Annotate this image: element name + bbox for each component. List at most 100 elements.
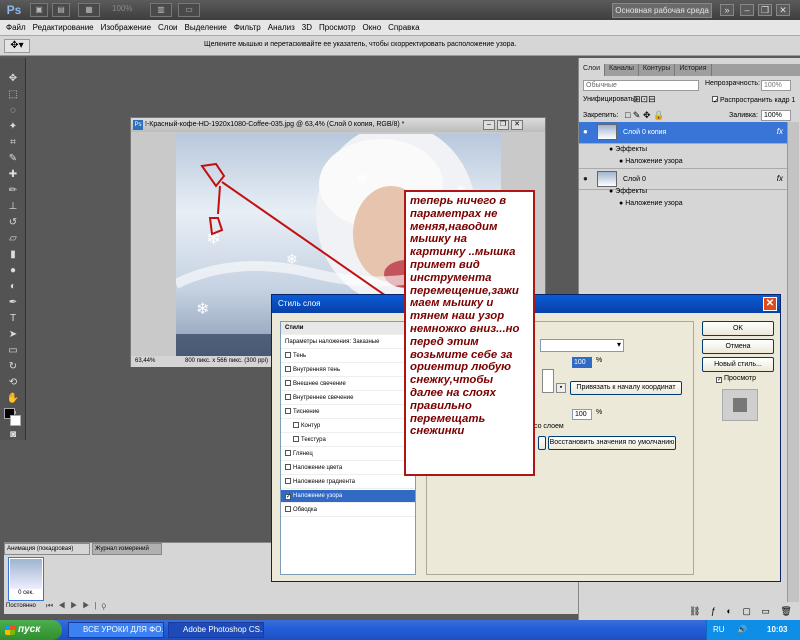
menu-file[interactable]: Файл bbox=[6, 23, 26, 32]
layer-effect-row[interactable]: ● Наложение узора bbox=[579, 198, 787, 210]
marquee-tool-icon[interactable]: ⬚ bbox=[5, 88, 21, 102]
playback-controls[interactable]: ⏮◀▶▶|⚲ bbox=[46, 601, 111, 611]
menu-3d[interactable]: 3D bbox=[302, 23, 312, 32]
menu-analysis[interactable]: Анализ bbox=[268, 23, 295, 32]
layer-effect-row[interactable]: ● Наложение узора bbox=[579, 156, 787, 168]
checkbox[interactable] bbox=[285, 464, 291, 470]
layers-scrollbar[interactable] bbox=[787, 122, 799, 602]
ok-button[interactable]: OK bbox=[702, 321, 774, 336]
style-outer-glow[interactable]: Внешнее свечение bbox=[281, 378, 415, 391]
doc-minimize-icon[interactable]: – bbox=[483, 120, 495, 130]
eye-icon[interactable]: ● bbox=[583, 175, 591, 183]
opacity-value-input[interactable]: 100 bbox=[572, 357, 592, 368]
checkbox[interactable] bbox=[285, 366, 291, 372]
animation-frame[interactable]: 0 сек. bbox=[8, 557, 44, 601]
checkbox[interactable] bbox=[285, 478, 291, 484]
tool-preset-icon[interactable]: ✥▾ bbox=[4, 39, 30, 53]
default-button-edge[interactable] bbox=[538, 436, 546, 450]
crop-tool-icon[interactable]: ⌗ bbox=[5, 136, 21, 150]
tab-history[interactable]: История bbox=[675, 64, 712, 76]
mb-icon[interactable]: ▤ bbox=[52, 3, 70, 17]
pen-tool-icon[interactable]: ✒ bbox=[5, 296, 21, 310]
fx-icon[interactable]: fx bbox=[777, 174, 783, 183]
effect-eye-icon[interactable]: ● bbox=[619, 200, 623, 207]
style-gradient-overlay[interactable]: Наложение градиента bbox=[281, 476, 415, 489]
minimize-icon[interactable]: – bbox=[740, 4, 754, 16]
new-style-button[interactable]: Новый стиль... bbox=[702, 357, 774, 372]
checkbox[interactable] bbox=[293, 436, 299, 442]
doc-close-icon[interactable]: ✕ bbox=[511, 120, 523, 130]
dodge-tool-icon[interactable]: ◐ bbox=[5, 280, 21, 294]
workspace-button[interactable]: Основная рабочая среда bbox=[612, 3, 712, 18]
new-preset-icon[interactable]: ▪ bbox=[556, 383, 566, 393]
opacity-input[interactable]: 100% bbox=[761, 80, 791, 91]
blend-options-item[interactable]: Параметры наложения: Заказные bbox=[281, 336, 415, 349]
menu-select[interactable]: Выделение bbox=[184, 23, 226, 32]
background-color-swatch[interactable] bbox=[10, 415, 21, 426]
fill-input[interactable]: 100% bbox=[761, 110, 791, 121]
clock[interactable]: 10:03 bbox=[767, 620, 787, 640]
document-zoom[interactable]: 63,44% bbox=[135, 356, 155, 367]
path-select-icon[interactable]: ➤ bbox=[5, 328, 21, 342]
effects-eye-icon[interactable]: ● bbox=[609, 146, 613, 153]
scale-input[interactable]: 100 bbox=[572, 409, 592, 420]
screen-mode-icon[interactable]: ▭ bbox=[178, 3, 200, 17]
history-brush-icon[interactable]: ↺ bbox=[5, 216, 21, 230]
shape-tool-icon[interactable]: ▭ bbox=[5, 344, 21, 358]
style-bevel[interactable]: Тиснение bbox=[281, 406, 415, 419]
menu-layers[interactable]: Слои bbox=[158, 23, 177, 32]
taskbar-item-photoshop[interactable]: Adobe Photoshop CS... bbox=[168, 622, 264, 638]
eye-icon[interactable]: ● bbox=[583, 128, 591, 136]
layers-footer-icons[interactable]: ⛓ ƒ ◐ ▢ ▭ 🗑 bbox=[689, 606, 796, 617]
style-drop-shadow[interactable]: Тень bbox=[281, 350, 415, 363]
propagate-checkbox[interactable]: ✓Распространить кадр 1 bbox=[712, 96, 795, 105]
lock-icons[interactable]: □ ✎ ✥ 🔒 bbox=[625, 110, 664, 121]
lasso-tool-icon[interactable]: ◌ bbox=[5, 104, 21, 118]
pattern-preview[interactable] bbox=[542, 369, 554, 393]
link-with-layer-label[interactable]: со слоем bbox=[534, 423, 564, 430]
loop-select[interactable]: Постоянно bbox=[6, 603, 36, 609]
layer-name[interactable]: Слой 0 bbox=[623, 176, 646, 183]
zoom-arrange-icon[interactable]: ▥ bbox=[150, 3, 172, 17]
type-tool-icon[interactable]: T bbox=[5, 312, 21, 326]
style-texture[interactable]: Текстура bbox=[281, 434, 415, 447]
gradient-tool-icon[interactable]: ▮ bbox=[5, 248, 21, 262]
preview-checkbox[interactable]: ✓ Просмотр bbox=[716, 375, 756, 383]
tab-channels[interactable]: Каналы bbox=[605, 64, 639, 76]
checkbox[interactable] bbox=[285, 506, 291, 512]
layer-row[interactable]: ● Слой 0 копия fx bbox=[579, 122, 787, 144]
chevron-double-right-icon[interactable]: » bbox=[720, 4, 734, 16]
taskbar-item-browser[interactable]: ВСЕ УРОКИ ДЛЯ ФО... bbox=[68, 622, 164, 638]
dialog-close-icon[interactable]: ✕ bbox=[763, 297, 777, 311]
br-icon[interactable]: ▣ bbox=[30, 3, 48, 17]
effects-eye-icon[interactable]: ● bbox=[609, 188, 613, 195]
magic-wand-tool-icon[interactable]: ✦ bbox=[5, 120, 21, 134]
fx-icon[interactable]: fx bbox=[777, 127, 783, 136]
zoom-level[interactable]: 100% bbox=[112, 4, 132, 13]
checkbox[interactable] bbox=[285, 450, 291, 456]
effect-eye-icon[interactable]: ● bbox=[619, 158, 623, 165]
checkbox[interactable] bbox=[285, 380, 291, 386]
tab-layers[interactable]: Слои bbox=[579, 64, 606, 76]
menu-filter[interactable]: Фильтр bbox=[234, 23, 261, 32]
styles-header[interactable]: Стили bbox=[281, 322, 415, 335]
3d-camera-icon[interactable]: ⟲ bbox=[5, 376, 21, 390]
blend-select[interactable]: ▾ bbox=[540, 339, 624, 352]
checkbox[interactable] bbox=[285, 408, 291, 414]
menu-image[interactable]: Изображение bbox=[101, 23, 151, 32]
eraser-tool-icon[interactable]: ▱ bbox=[5, 232, 21, 246]
layer-effects-row[interactable]: ● Эффекты bbox=[579, 186, 787, 198]
doc-restore-icon[interactable]: ❐ bbox=[497, 120, 509, 130]
menu-edit[interactable]: Редактирование bbox=[33, 23, 94, 32]
3d-rotate-icon[interactable]: ↻ bbox=[5, 360, 21, 374]
tray-icons[interactable]: 🔊 bbox=[737, 620, 747, 640]
layer-effects-row[interactable]: ● Эффекты bbox=[579, 144, 787, 156]
eyedropper-tool-icon[interactable]: ✎ bbox=[5, 152, 21, 166]
restore-icon[interactable]: ❐ bbox=[758, 4, 772, 16]
healing-tool-icon[interactable]: ✚ bbox=[5, 168, 21, 182]
blur-tool-icon[interactable]: ● bbox=[5, 264, 21, 278]
menu-view[interactable]: Просмотр bbox=[319, 23, 356, 32]
view-extras-icon[interactable]: ▦ bbox=[78, 3, 100, 17]
tab-measurement-log[interactable]: Журнал измерений bbox=[92, 543, 162, 555]
style-satin[interactable]: Глянец bbox=[281, 448, 415, 461]
